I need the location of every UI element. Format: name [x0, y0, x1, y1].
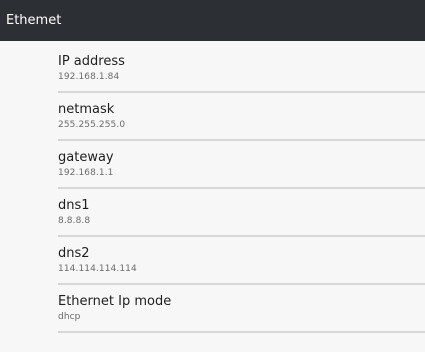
- setting-title: IP address: [58, 54, 125, 69]
- setting-ip-address[interactable]: IP address 192.168.1.84: [58, 45, 425, 93]
- setting-title: netmask: [58, 102, 115, 117]
- setting-gateway[interactable]: gateway 192.168.1.1: [58, 141, 425, 189]
- setting-dns2[interactable]: dns2 114.114.114.114: [58, 237, 425, 285]
- setting-value: 114.114.114.114: [58, 264, 137, 274]
- page-title: Ethemet: [6, 13, 62, 28]
- setting-value: 255.255.255.0: [58, 120, 126, 130]
- setting-ethernet-ip-mode[interactable]: Ethernet Ip mode dhcp: [58, 285, 425, 333]
- setting-value: dhcp: [58, 312, 81, 322]
- setting-dns1[interactable]: dns1 8.8.8.8: [58, 189, 425, 237]
- setting-netmask[interactable]: netmask 255.255.255.0: [58, 93, 425, 141]
- ethernet-settings-screen: Ethemet IP address 192.168.1.84 netmask …: [0, 0, 425, 352]
- setting-title: dns2: [58, 246, 90, 261]
- title-bar: Ethemet: [0, 0, 425, 41]
- settings-list: IP address 192.168.1.84 netmask 255.255.…: [58, 45, 425, 333]
- setting-title: dns1: [58, 198, 90, 213]
- setting-title: gateway: [58, 150, 114, 165]
- setting-title: Ethernet Ip mode: [58, 294, 172, 309]
- setting-value: 192.168.1.1: [58, 168, 114, 178]
- setting-value: 192.168.1.84: [58, 72, 120, 82]
- setting-value: 8.8.8.8: [58, 216, 91, 226]
